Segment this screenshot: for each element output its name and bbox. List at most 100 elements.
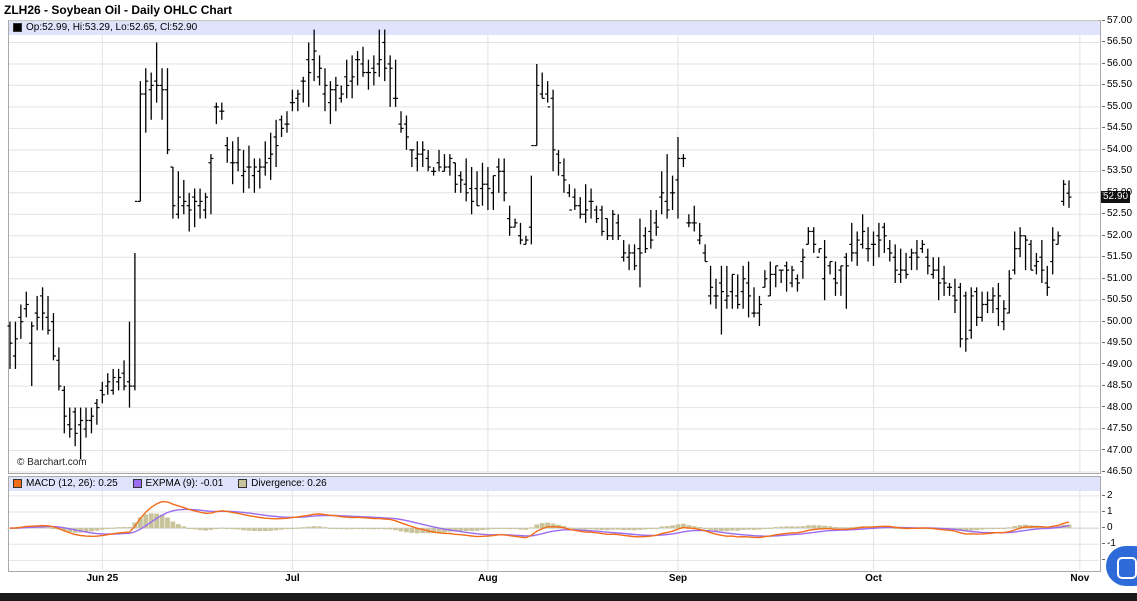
y-tick-mark xyxy=(1102,427,1105,429)
y-tick-label: 48.50 xyxy=(1102,380,1132,391)
y-tick-label: 48.00 xyxy=(1102,402,1132,413)
divergence-bar xyxy=(241,528,246,531)
y-tick-mark xyxy=(1102,191,1105,193)
divergence-bar xyxy=(485,528,491,530)
divergence-bar xyxy=(719,528,724,532)
y-tick-label: 56.50 xyxy=(1102,36,1132,47)
y-tick-mark xyxy=(1102,406,1105,408)
y-tick-label: 55.50 xyxy=(1102,79,1132,90)
divergence-bar xyxy=(344,528,350,530)
divergence-bar xyxy=(382,528,388,530)
divergence-bar xyxy=(300,527,306,529)
divergence-bar xyxy=(170,521,176,529)
divergence-bar xyxy=(99,528,105,530)
macd-tick-label: 2 xyxy=(1102,490,1113,501)
divergence-bar xyxy=(534,524,540,529)
divergence-bar xyxy=(213,528,219,530)
divergence-bar xyxy=(1012,526,1018,529)
divergence-bar xyxy=(751,528,757,530)
divergence-bar xyxy=(789,526,795,529)
y-tick-label: 53.50 xyxy=(1102,165,1132,176)
divergence-bar xyxy=(968,528,974,531)
macd-tick-label: -1 xyxy=(1102,538,1116,549)
divergence-bar xyxy=(822,525,828,529)
divergence-bar xyxy=(105,528,111,530)
y-tick-text: 52.50 xyxy=(1107,208,1133,220)
y-tick-text: 55.00 xyxy=(1107,100,1133,112)
divergence-bar xyxy=(724,528,730,532)
divergence-bar xyxy=(626,528,632,531)
y-tick-mark xyxy=(1102,84,1105,86)
y-tick-text: 51.50 xyxy=(1107,251,1133,263)
divergence-bar xyxy=(295,527,301,529)
divergence-bar xyxy=(816,525,822,529)
y-tick-label: 50.00 xyxy=(1102,316,1132,327)
y-tick-text: 47.00 xyxy=(1107,444,1133,456)
y-tick-text: 54.50 xyxy=(1107,122,1133,134)
y-tick-text: 55.50 xyxy=(1107,79,1133,91)
divergence-bar xyxy=(219,527,225,529)
divergence-bar xyxy=(230,528,236,530)
y-tick-text: 52.00 xyxy=(1107,229,1133,241)
y-tick-mark xyxy=(1102,449,1105,451)
divergence-bar xyxy=(393,528,398,531)
divergence-bar xyxy=(203,528,208,531)
divergence-bar xyxy=(621,528,627,531)
divergence-bar xyxy=(653,527,659,529)
divergence-bar xyxy=(697,527,703,529)
divergence-bar xyxy=(246,528,252,531)
divergence-bar xyxy=(615,528,621,530)
divergence-bar xyxy=(328,527,333,529)
divergence-bar xyxy=(496,528,502,530)
y-tick-label: 49.00 xyxy=(1102,359,1132,370)
divergence-bar xyxy=(317,526,322,529)
y-tick-mark xyxy=(1102,320,1105,322)
y-tick-mark xyxy=(1102,19,1105,21)
divergence-bar xyxy=(116,527,122,529)
divergence-bar xyxy=(257,528,263,532)
divergence-bar xyxy=(648,528,654,530)
macd-tick-text: 2 xyxy=(1107,489,1113,501)
divergence-bar xyxy=(175,524,181,529)
x-tick-label: Aug xyxy=(478,573,498,584)
divergence-bar xyxy=(610,528,616,530)
divergence-bar xyxy=(800,526,806,529)
y-tick-mark xyxy=(1102,41,1105,43)
y-tick-label: 51.00 xyxy=(1102,273,1132,284)
divergence-bar xyxy=(778,526,784,529)
divergence-bar xyxy=(843,527,849,529)
y-tick-text: 51.00 xyxy=(1107,272,1133,284)
macd-tick-label: 0 xyxy=(1102,522,1113,533)
macd-tick-text: 1 xyxy=(1107,505,1113,517)
divergence-bar xyxy=(366,528,371,530)
y-tick-text: 48.50 xyxy=(1107,380,1133,392)
y-tick-label: 47.50 xyxy=(1102,423,1132,434)
divergence-bar xyxy=(637,528,643,530)
y-tick-label: 52.00 xyxy=(1102,230,1132,241)
divergence-bar xyxy=(599,528,605,531)
divergence-bar xyxy=(501,528,507,530)
divergence-bar xyxy=(767,527,773,529)
macd-tick-mark xyxy=(1102,526,1105,528)
divergence-bar xyxy=(827,526,833,529)
divergence-bar xyxy=(208,528,214,530)
divergence-bar xyxy=(735,528,741,531)
divergence-bar xyxy=(979,528,985,530)
macd-tick-mark xyxy=(1102,494,1105,496)
y-tick-label: 56.00 xyxy=(1102,58,1132,69)
divergence-bar xyxy=(588,528,594,530)
divergence-bar xyxy=(469,528,475,531)
y-tick-text: 57.00 xyxy=(1107,15,1133,26)
divergence-bar xyxy=(89,528,94,532)
y-tick-label: 47.00 xyxy=(1102,445,1132,456)
y-tick-label: 50.50 xyxy=(1102,294,1132,305)
y-tick-mark xyxy=(1102,256,1105,258)
x-tick-label: Oct xyxy=(865,573,882,584)
divergence-bar xyxy=(197,528,203,531)
divergence-bar xyxy=(262,528,268,532)
x-tick-label: Sep xyxy=(668,573,688,584)
divergence-bar xyxy=(94,528,100,531)
y-tick-mark xyxy=(1102,127,1105,129)
divergence-bar xyxy=(838,527,844,529)
y-tick-text: 48.00 xyxy=(1107,401,1133,413)
